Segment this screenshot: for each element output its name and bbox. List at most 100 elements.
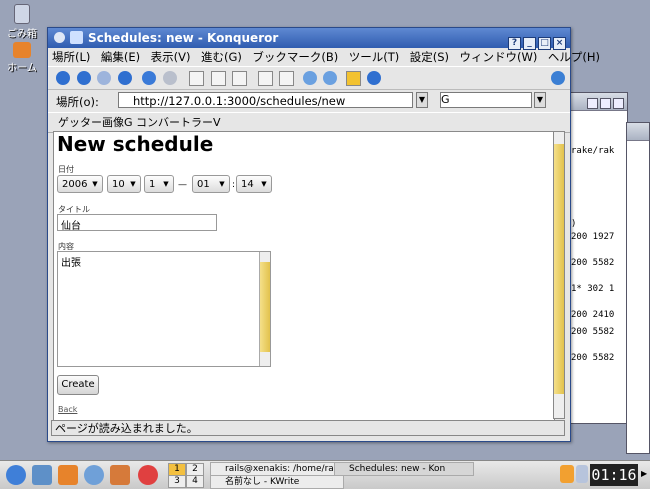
desktop-home[interactable]: ホーム [0,42,44,74]
menubar: 場所(L) 編集(E) 表示(V) 進む(G) ブックマーク(B) ツール(T)… [48,48,600,66]
stop-icon[interactable] [162,71,177,85]
forward-arrow-icon[interactable] [76,71,91,85]
terminal-line: 200 1927 [571,232,615,242]
copy-icon[interactable] [210,71,226,86]
minute-select[interactable]: 14 ▼ [236,175,272,193]
menu-tools[interactable]: ツール(T) [349,50,400,64]
menu-location[interactable]: 場所(L) [52,50,90,64]
minute-select-value: 14 [241,179,254,190]
maximize-icon[interactable]: □ [538,37,551,50]
home-icon[interactable] [117,71,132,85]
bookmark-item[interactable]: ゲッター画像G コンバートラーV [58,116,221,129]
chevron-down-icon: ▼ [92,180,98,188]
task-kwrite[interactable]: 名前なし - KWrite [210,475,344,489]
year-select-value: 2006 [62,179,88,190]
home-icon [13,42,31,58]
clipboard-icon[interactable] [560,465,574,483]
url-input[interactable]: http://127.0.0.1:3000/schedules/new [118,92,413,108]
konqueror-icon [70,31,83,44]
page-scroll-thumb[interactable] [554,144,564,394]
paste-icon[interactable] [232,71,247,86]
day-select-value: 1 [149,179,156,190]
pager-desktop-3[interactable]: 3 [168,475,186,488]
trash-icon [14,4,30,24]
close-icon[interactable] [613,97,624,109]
print-icon[interactable] [257,71,273,86]
menu-go[interactable]: 進む(G) [201,50,242,64]
window-menu-icon[interactable] [54,32,65,43]
pager-desktop-4[interactable]: 4 [186,475,204,488]
time-separator: : [232,180,236,190]
back-arrow-icon[interactable] [56,71,70,85]
hour-select-value: 01 [197,179,210,190]
zoom-out-icon[interactable] [323,71,337,85]
kde-menu-icon[interactable] [6,465,26,485]
month-select[interactable]: 10 ▼ [107,175,141,193]
help-lifebuoy-icon[interactable] [138,465,158,485]
reload-icon[interactable] [142,71,156,85]
minimize-icon[interactable]: _ [523,37,536,50]
window-title: Schedules: new - Konqueror [88,31,279,45]
year-select[interactable]: 2006 ▼ [57,175,103,193]
background-window-2[interactable] [626,122,650,454]
page-scrollbar[interactable] [553,131,565,419]
menu-help[interactable]: ヘルプ(H) [548,50,600,64]
window-titlebar[interactable]: Schedules: new - Konqueror ? _ □ × [48,28,570,50]
show-desktop-icon[interactable] [32,465,52,485]
help-icon[interactable]: ? [508,37,521,50]
minimize-icon[interactable] [587,97,598,109]
terminal-line: 200 5582 [571,327,615,337]
taskbar-arrow-icon[interactable]: ▶ [641,469,647,478]
maximize-icon[interactable] [600,97,611,109]
hour-select[interactable]: 01 ▼ [192,175,230,193]
page-title: New schedule [57,132,214,156]
kde-gear-icon [551,71,565,85]
konqueror-launcher-icon[interactable] [84,465,104,485]
find-icon[interactable] [279,71,294,86]
security-lock-icon[interactable] [345,71,361,86]
desktop-trash-label: ごみ箱 [7,29,37,40]
content-textarea-value: 出張 [61,258,81,269]
terminal-line: 200 5582 [571,353,615,363]
terminal-line: ) [571,219,577,229]
chevron-down-icon: ▼ [163,180,169,188]
cut-icon[interactable] [189,71,204,86]
search-dropdown-button[interactable]: ▼ [534,92,546,108]
url-dropdown-button[interactable]: ▼ [416,92,428,108]
menu-view[interactable]: 表示(V) [151,50,191,64]
clock[interactable]: 01:16 [590,464,638,486]
day-select[interactable]: 1 ▼ [144,175,174,193]
background-window-2-titlebar[interactable] [627,123,649,141]
close-icon[interactable]: × [553,37,566,50]
location-bar: 場所(o): http://127.0.0.1:3000/schedules/n… [48,90,570,112]
menu-window[interactable]: ウィンドウ(W) [460,50,538,64]
terminal-line: 200 2410 [571,310,615,320]
back-link[interactable]: Back [58,405,77,414]
home-folder-icon[interactable] [58,465,78,485]
menu-edit[interactable]: 編集(E) [101,50,140,64]
search-input[interactable]: G [440,92,532,108]
download-icon[interactable] [367,71,381,85]
textarea-scroll-thumb[interactable] [260,262,270,352]
bookmark-toolbar: ゲッター画像G コンバートラーV [48,112,570,133]
menu-bookmarks[interactable]: ブックマーク(B) [252,50,338,64]
up-arrow-icon[interactable] [97,71,111,85]
konqueror-window[interactable]: Schedules: new - Konqueror ? _ □ × 場所(L) 編集… [47,27,600,442]
desktop-trash[interactable]: ごみ箱 [0,4,44,40]
taskbar: 1 2 3 4 rails@xenakis: /home/ra Schedule… [0,460,650,489]
create-button[interactable]: Create [57,375,99,395]
content-textarea[interactable]: 出張 [57,251,271,367]
task-konqueror[interactable]: Schedules: new - Kon [334,462,474,476]
terminal-line: 200 5582 [571,258,615,268]
task-terminal[interactable]: rails@xenakis: /home/ra [210,462,344,476]
chevron-down-icon: ▼ [219,180,225,188]
page-content: New schedule 日付 2006 ▼ 10 ▼ 1 ▼ — 01 ▼ : 14 ▼… [53,131,555,421]
title-input[interactable]: 仙台 [57,214,217,232]
keyboard-icon[interactable] [576,465,588,483]
terminal-line: 1* 302 1 [571,284,615,294]
mail-icon[interactable] [110,465,130,485]
menu-settings[interactable]: 設定(S) [410,50,449,64]
textarea-scrollbar[interactable] [259,252,270,366]
zoom-in-icon[interactable] [302,71,317,85]
status-bar: ページが読み込まれました。 [51,420,565,436]
